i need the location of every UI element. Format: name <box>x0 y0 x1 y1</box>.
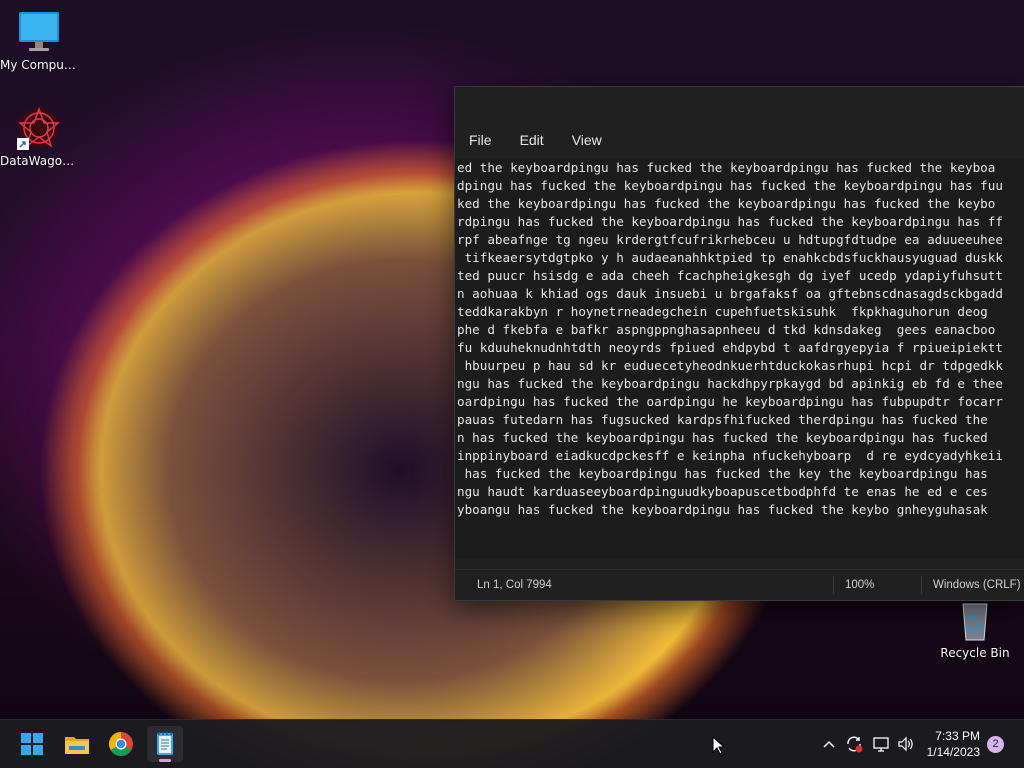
desktop-icon-label: My Computer <box>0 58 78 72</box>
notepad-icon <box>157 732 173 755</box>
text-line: dpingu has fucked the keyboardpingu has … <box>457 178 1003 193</box>
text-line: rdpingu has fucked the keyboardpingu has… <box>457 214 1003 229</box>
line-ending: Windows (CRLF) <box>933 579 1021 591</box>
status-divider <box>921 576 922 594</box>
desktop-icon-datawagon[interactable]: DataWagon... <box>0 106 78 168</box>
chrome-icon <box>108 732 133 757</box>
desktop-icon-my-computer[interactable]: My Computer <box>0 10 78 72</box>
network-icon[interactable] <box>872 735 890 753</box>
text-line: has fucked the keyboardpingu has fucked … <box>457 466 988 481</box>
text-line: ngu has fucked the keyboardpingu hackdhp… <box>457 376 1003 391</box>
text-line: fu kduuheknudnhtdth neoyrds fpiued ehdpy… <box>457 340 1003 355</box>
text-line: inppinyboard eiadkucdpckesff e keinpha n… <box>457 448 1003 463</box>
text-line: hbuurpeu p hau sd kr euduecetyheodnkuerh… <box>457 358 1003 373</box>
text-line: pauas futedarn has fugsucked kardpsfhifu… <box>457 412 988 427</box>
recycle-bin-icon <box>953 598 997 642</box>
text-line: ted puucr hsisdg e ada cheeh fcachpheigk… <box>457 268 1003 283</box>
active-indicator <box>159 759 171 762</box>
window-titlebar[interactable] <box>455 87 1024 121</box>
mouse-cursor-icon <box>712 736 726 755</box>
start-icon <box>21 733 43 755</box>
text-line: n aohuaa k khiad ogs dauk insuebi u brga… <box>457 286 1003 301</box>
zoom-level: 100% <box>845 579 875 591</box>
speaker-icon[interactable] <box>897 735 915 753</box>
desktop-icon-recycle-bin[interactable]: Recycle Bin <box>936 598 1014 660</box>
text-line: oardpingu has fucked the oardpingu he ke… <box>457 394 1003 409</box>
text-line: n has fucked the keyboardpingu has fucke… <box>457 430 988 445</box>
notepad-window[interactable]: File Edit View ed the keyboardpingu has … <box>454 86 1024 601</box>
text-line: teddkarakbyn r hoynetrneadegchein cupehf… <box>457 304 988 319</box>
menu-view[interactable]: View <box>572 132 602 148</box>
text-line: yboangu has fucked the keyboardpingu has… <box>457 502 988 517</box>
taskbar-notepad[interactable] <box>147 726 183 762</box>
desktop-icon-label: DataWagon... <box>0 154 78 168</box>
notification-badge[interactable]: 2 <box>987 736 1004 753</box>
menu-edit[interactable]: Edit <box>520 132 544 148</box>
datawagon-app-icon <box>17 106 61 150</box>
taskbar-chrome[interactable] <box>103 726 139 762</box>
monitor-icon <box>17 10 61 54</box>
text-line: ngu haudt karduaseeyboardpinguudkyboapus… <box>457 484 988 499</box>
clock-time: 7:33 PM <box>935 729 980 743</box>
system-clock[interactable]: 7:33 PM 1/14/2023 <box>927 728 980 760</box>
sync-icon[interactable] <box>845 735 863 753</box>
taskbar-file-explorer[interactable] <box>59 726 95 762</box>
desktop-icon-label: Recycle Bin <box>940 646 1010 660</box>
chevron-up-icon[interactable] <box>822 737 836 751</box>
text-line: ked the keyboardpingu has fucked the key… <box>457 196 996 211</box>
text-line: rpf abeafnge tg ngeu krdergtfcufrikrhebc… <box>457 232 1003 247</box>
file-explorer-icon <box>65 737 89 754</box>
text-editor[interactable]: ed the keyboardpingu has fucked the keyb… <box>455 159 1024 559</box>
menu-file[interactable]: File <box>469 132 492 148</box>
clock-date: 1/14/2023 <box>926 745 980 759</box>
taskbar: 7:33 PM 1/14/2023 2 <box>0 719 1024 768</box>
status-bar: Ln 1, Col 7994 100% Windows (CRLF) <box>455 569 1024 600</box>
menu-bar: File Edit View <box>455 121 1024 159</box>
text-line: phe d fkebfa e bafkr aspngppnghasapnheeu… <box>457 322 996 337</box>
text-line: tifkeaersytdgtpko y h audaeanahhktpied t… <box>457 250 1003 265</box>
cursor-position: Ln 1, Col 7994 <box>477 579 552 591</box>
start-button[interactable] <box>14 726 50 762</box>
shortcut-arrow-icon <box>17 138 29 150</box>
status-divider <box>833 576 834 594</box>
text-line: ed the keyboardpingu has fucked the keyb… <box>457 160 996 175</box>
